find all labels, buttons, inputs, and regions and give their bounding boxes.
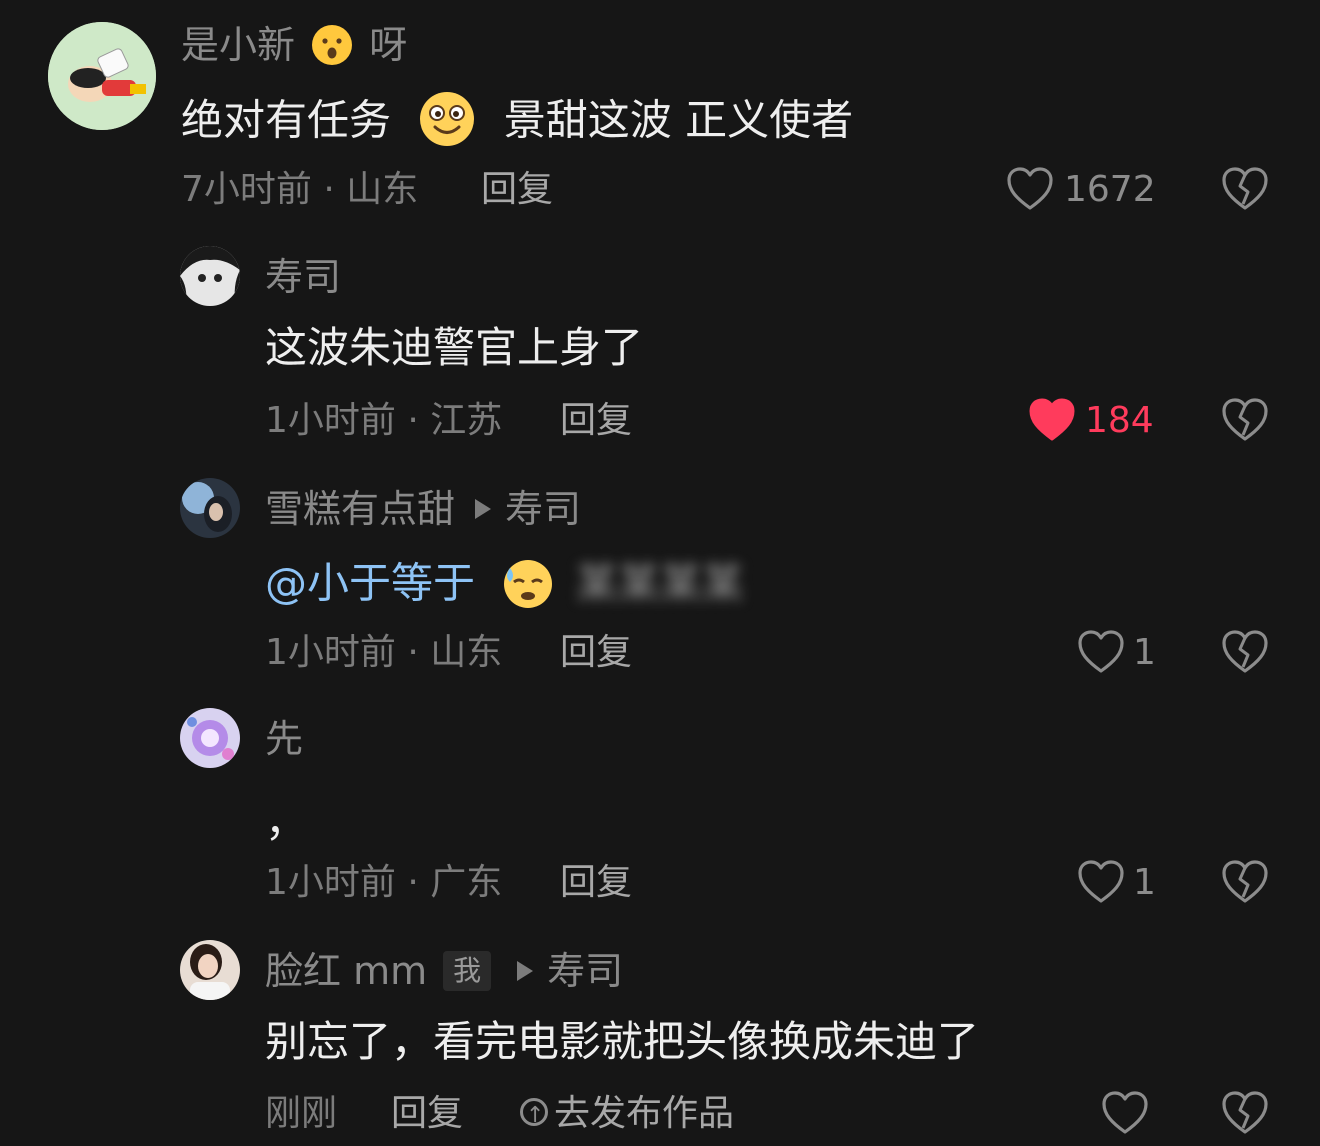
dislike-icon[interactable] bbox=[1221, 397, 1269, 443]
reply-to-username[interactable]: 寿司 bbox=[547, 949, 623, 993]
reply-meta: 刚刚 bbox=[265, 1093, 338, 1134]
avatar[interactable] bbox=[180, 246, 240, 306]
reply-button[interactable]: 回复 bbox=[560, 399, 632, 443]
reply-username-line: 脸红 mm 我 寿司 bbox=[265, 948, 623, 997]
comment-meta: 7小时前 · 山东 bbox=[181, 169, 419, 210]
reply-username[interactable]: 雪糕有点甜 bbox=[265, 487, 455, 531]
surprised-emoji-icon bbox=[312, 24, 353, 65]
dislike-icon[interactable] bbox=[1221, 166, 1269, 212]
heart-icon[interactable] bbox=[1006, 166, 1054, 212]
dislike-icon[interactable] bbox=[1221, 1090, 1269, 1136]
heart-icon[interactable] bbox=[1077, 859, 1125, 905]
reply-username-line: 雪糕有点甜 寿司 bbox=[265, 486, 581, 532]
reply-to-username[interactable]: 寿司 bbox=[505, 487, 581, 531]
post-work-button[interactable]: 去发布作品 bbox=[520, 1092, 735, 1138]
heart-icon[interactable] bbox=[1077, 629, 1125, 675]
me-badge: 我 bbox=[443, 950, 492, 991]
avatar-shin-chan[interactable] bbox=[48, 22, 156, 130]
reply-like-count: 184 bbox=[1085, 400, 1154, 441]
reply-username[interactable]: 脸红 mm bbox=[265, 949, 427, 993]
mention-link[interactable]: @小于等于 bbox=[265, 559, 475, 608]
dislike-icon[interactable] bbox=[1221, 629, 1269, 675]
reply-text: @小于等于 某某某某 bbox=[265, 554, 744, 618]
comment-main: 是小新 呀 绝对有任务 景甜这波 正义使者 7小时前 · 山东 回复 1672 bbox=[0, 0, 1320, 236]
avatar[interactable] bbox=[180, 940, 240, 1000]
comment-like-count: 1672 bbox=[1064, 169, 1156, 210]
reply-username[interactable]: 先 bbox=[265, 716, 303, 762]
reply-arrow-icon bbox=[475, 498, 492, 519]
reply-meta: 1小时前 · 山东 bbox=[265, 632, 503, 673]
reply-item: 雪糕有点甜 寿司 @小于等于 某某某某 1小时前 · 山东 回复 1 bbox=[0, 468, 1320, 700]
reply-text: 别忘了，看完电影就把头像换成朱迪了 bbox=[265, 1017, 980, 1066]
reply-text: 这波朱迪警官上身了 bbox=[265, 323, 644, 372]
comment-text: 绝对有任务 景甜这波 正义使者 bbox=[181, 90, 853, 156]
reply-arrow-icon bbox=[517, 960, 534, 981]
crying-emoji-icon bbox=[504, 560, 553, 608]
reply-meta: 1小时前 · 江苏 bbox=[265, 400, 503, 441]
reply-button[interactable]: 回复 bbox=[560, 861, 632, 905]
reply-username[interactable]: 寿司 bbox=[265, 254, 341, 300]
avatar[interactable] bbox=[180, 478, 240, 538]
upload-icon bbox=[520, 1094, 548, 1138]
reply-button[interactable]: 回复 bbox=[391, 1092, 463, 1136]
heart-filled-icon[interactable] bbox=[1028, 397, 1076, 443]
dislike-icon[interactable] bbox=[1221, 859, 1269, 905]
reply-meta: 1小时前 · 广东 bbox=[265, 862, 503, 903]
reply-item: 先 ， 1小时前 · 广东 回复 1 bbox=[0, 700, 1320, 932]
reply-item: 寿司 这波朱迪警官上身了 1小时前 · 江苏 回复 184 bbox=[0, 236, 1320, 468]
comment-username[interactable]: 是小新 呀 bbox=[181, 22, 407, 72]
reply-text: ， bbox=[265, 797, 308, 846]
comment-reply-button[interactable]: 回复 bbox=[481, 168, 553, 212]
reply-button[interactable]: 回复 bbox=[560, 631, 632, 675]
reply-like-count: 1 bbox=[1133, 862, 1156, 903]
avatar[interactable] bbox=[180, 708, 240, 768]
reply-item: 脸红 mm 我 寿司 别忘了，看完电影就把头像换成朱迪了 刚刚 回复 去发布作品 bbox=[0, 932, 1320, 1146]
smile-emoji-icon bbox=[420, 92, 475, 146]
heart-icon[interactable] bbox=[1101, 1090, 1149, 1136]
post-work-label: 去发布作品 bbox=[554, 1093, 735, 1134]
reply-like-count: 1 bbox=[1133, 632, 1156, 673]
blurred-text: 某某某某 bbox=[575, 558, 744, 608]
